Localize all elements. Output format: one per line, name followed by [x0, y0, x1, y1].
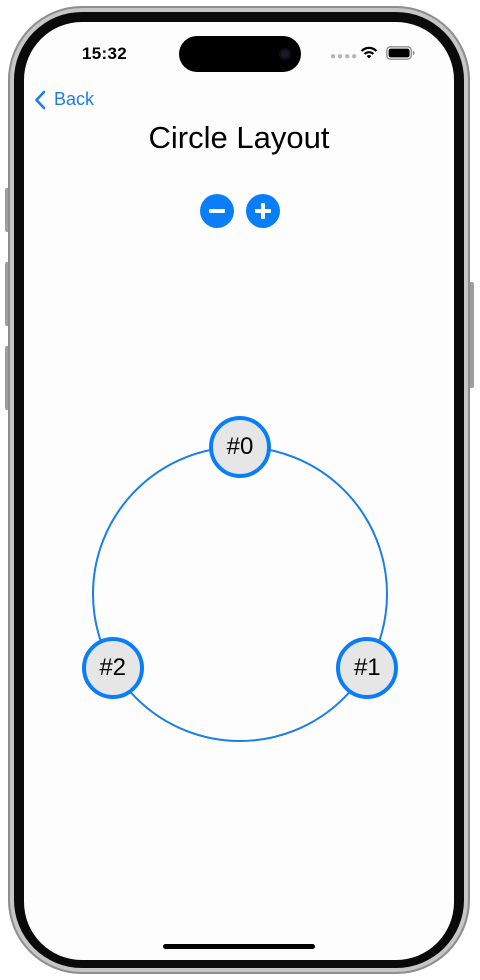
circle-layout: #0 #1 #2 [24, 22, 454, 960]
circle-node[interactable]: #2 [81, 636, 144, 699]
screen: 15:32 ●●●● Back Circle Layout #0 #1 #2 [24, 22, 454, 960]
circle-node[interactable]: #0 [209, 416, 271, 478]
home-indicator[interactable] [163, 944, 315, 949]
circle-node[interactable]: #1 [336, 636, 399, 699]
circle-track [92, 446, 388, 742]
circle-track-canvas [92, 446, 388, 742]
